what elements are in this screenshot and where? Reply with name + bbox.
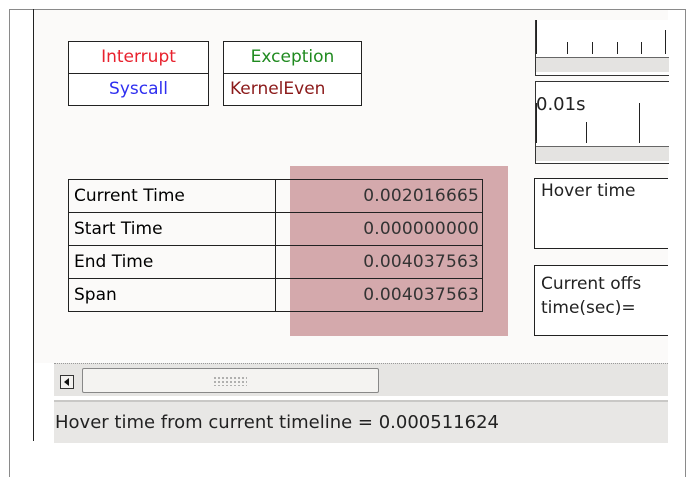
span-value: 0.004037563 <box>275 278 483 312</box>
current-offset-box: Current offs time(sec)= <box>534 265 668 336</box>
table-row: Current Time 0.002016665 <box>68 179 483 213</box>
window-frame-right-edge <box>685 9 686 477</box>
current-time-value: 0.002016665 <box>275 179 483 213</box>
ruler-track <box>536 146 669 161</box>
ruler-tick <box>592 42 593 54</box>
ruler-tick <box>567 42 568 54</box>
timeline-scale-label: 0.01s <box>536 94 586 115</box>
ruler-tick <box>586 122 587 143</box>
table-row: Start Time 0.000000000 <box>68 212 483 246</box>
row-label: End Time <box>68 245 276 279</box>
scroll-thumb[interactable] <box>82 368 379 393</box>
table-row: Span 0.004037563 <box>68 278 483 312</box>
row-label: Start Time <box>68 212 276 246</box>
current-offset-label: Current offs <box>541 274 642 294</box>
timeline-ruler-top <box>535 20 669 76</box>
hover-time-box: Hover time <box>534 178 668 249</box>
ruler-tick <box>639 103 640 143</box>
scroll-left-arrow-icon[interactable] <box>60 375 74 389</box>
legend-interrupt[interactable]: Interrupt <box>69 42 208 73</box>
legend-syscall[interactable]: Syscall <box>69 73 208 105</box>
legend-kernel-event[interactable]: KernelEven <box>224 73 361 105</box>
status-bar-text: Hover time from current timeline = 0.000… <box>55 412 499 433</box>
time-info-table: Current Time 0.002016665 Start Time 0.00… <box>68 179 483 312</box>
legend-group-right: Exception KernelEven <box>223 41 362 106</box>
end-time-value: 0.004037563 <box>275 245 483 279</box>
ruler-tick <box>536 20 537 54</box>
legend-exception[interactable]: Exception <box>224 42 361 73</box>
offset-time-label: time(sec)= <box>541 298 636 318</box>
ruler-tick <box>641 42 642 54</box>
hover-time-label: Hover time <box>541 181 636 201</box>
start-time-value: 0.000000000 <box>275 212 483 246</box>
ruler-tick <box>665 30 666 54</box>
row-label: Current Time <box>68 179 276 213</box>
row-label: Span <box>68 278 276 312</box>
horizontal-scrollbar[interactable] <box>54 363 668 396</box>
timeline-ruler-scale: 0.01s <box>535 81 669 164</box>
grip-icon <box>213 376 247 386</box>
status-bar: Hover time from current timeline = 0.000… <box>54 400 668 443</box>
ruler-tick <box>617 42 618 54</box>
table-row: End Time 0.004037563 <box>68 245 483 279</box>
ruler-track <box>536 57 669 72</box>
legend-group-left: Interrupt Syscall <box>68 41 209 106</box>
